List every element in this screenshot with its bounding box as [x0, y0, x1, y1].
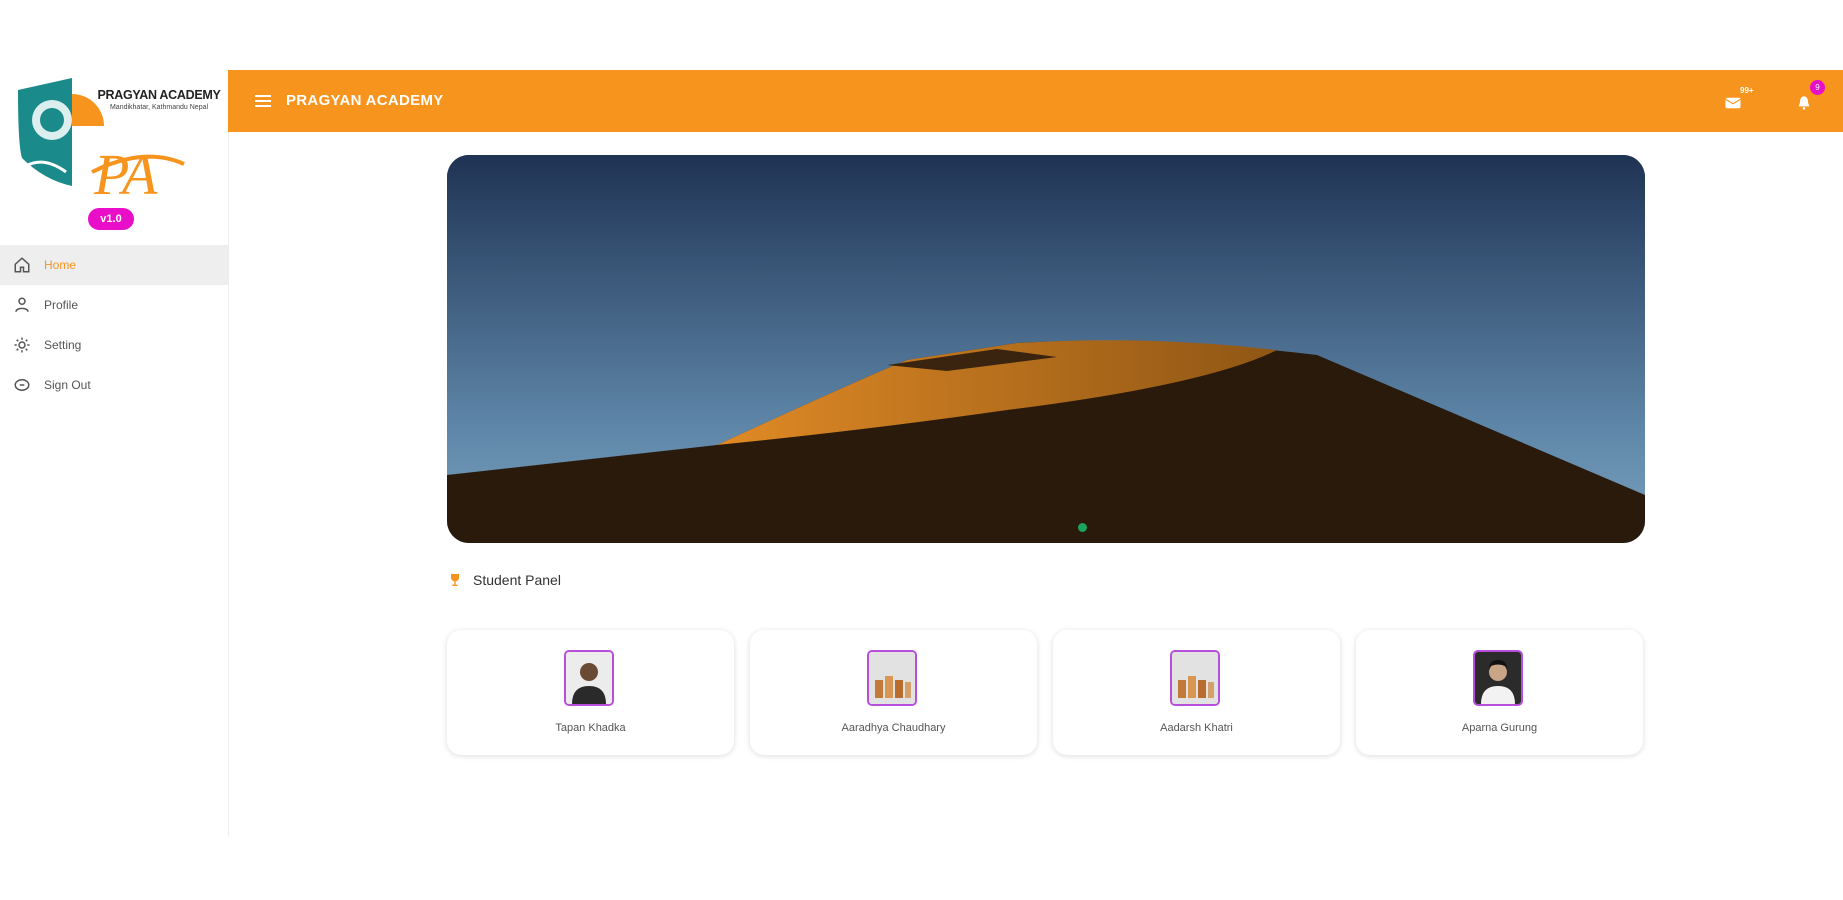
student-card[interactable]: Aaradhya Chaudhary	[750, 630, 1037, 755]
profile-icon	[12, 295, 32, 315]
logo-title: PRAGYAN ACADEMY	[97, 88, 221, 102]
gear-icon	[12, 335, 32, 355]
trophy-icon	[451, 574, 459, 586]
student-panel-title: Student Panel	[473, 572, 561, 588]
sign-out-icon	[12, 375, 32, 395]
person-photo	[1475, 652, 1521, 704]
menu-icon[interactable]	[254, 92, 272, 110]
sidebar-item-home[interactable]: Home	[0, 245, 228, 285]
sidebar-item-label: Setting	[44, 338, 82, 352]
student-name: Aaradhya Chaudhary	[841, 722, 946, 734]
student-card[interactable]: Tapan Khadka	[447, 630, 734, 755]
mail-icon	[1725, 97, 1741, 109]
app-title: PRAGYAN ACADEMY	[286, 92, 444, 109]
student-name: Tapan Khadka	[555, 722, 626, 734]
student-avatar	[1170, 650, 1220, 706]
student-name: Aadarsh Khatri	[1160, 722, 1233, 734]
sidebar-item-label: Sign Out	[44, 378, 91, 392]
student-avatar	[867, 650, 917, 706]
student-card-list: Tapan Khadka Aaradhya Chaudhary Aadarsh …	[447, 630, 1645, 755]
logo-subtitle: Mandikhatar, Kathmandu Nepal	[109, 104, 209, 111]
academy-logo[interactable]: PA PRAGYAN ACADEMY Mandikhatar, Kathmand…	[14, 76, 221, 207]
student-name: Aparna Gurung	[1461, 722, 1538, 734]
sidebar-item-label: Profile	[44, 298, 79, 312]
notifications-button[interactable]: 9	[1796, 80, 1825, 114]
messages-button[interactable]: 99+	[1724, 86, 1754, 114]
notifications-count-badge: 9	[1810, 80, 1825, 95]
desert-dune-image	[447, 155, 1645, 543]
sidebar-item-profile[interactable]: Profile	[0, 285, 228, 325]
sidebar-nav: Home Profile Setting Sign Out	[0, 245, 228, 405]
version-badge: v1.0	[88, 208, 134, 230]
sidebar-item-setting[interactable]: Setting	[0, 325, 228, 365]
student-panel-header: Student Panel	[447, 570, 561, 590]
sidebar-item-sign-out[interactable]: Sign Out	[0, 365, 228, 405]
placeholder-image	[869, 652, 915, 704]
bell-icon	[1798, 96, 1810, 110]
messages-count-badge: 99+	[1740, 86, 1754, 95]
person-photo	[566, 652, 612, 704]
home-icon	[12, 255, 32, 275]
hero-carousel[interactable]	[447, 155, 1645, 543]
student-avatar	[1473, 650, 1523, 706]
top-app-bar: PRAGYAN ACADEMY 99+ 9	[228, 70, 1843, 132]
student-avatar	[564, 650, 614, 706]
svg-text:PA: PA	[93, 142, 158, 206]
carousel-indicator-dot[interactable]	[1078, 523, 1087, 532]
student-card[interactable]: Aparna Gurung	[1356, 630, 1643, 755]
student-card[interactable]: Aadarsh Khatri	[1053, 630, 1340, 755]
placeholder-image	[1172, 652, 1218, 704]
app-root: PA PRAGYAN ACADEMY Mandikhatar, Kathmand…	[0, 70, 1843, 836]
sidebar-item-label: Home	[44, 258, 77, 272]
sidebar: PA PRAGYAN ACADEMY Mandikhatar, Kathmand…	[0, 70, 229, 836]
